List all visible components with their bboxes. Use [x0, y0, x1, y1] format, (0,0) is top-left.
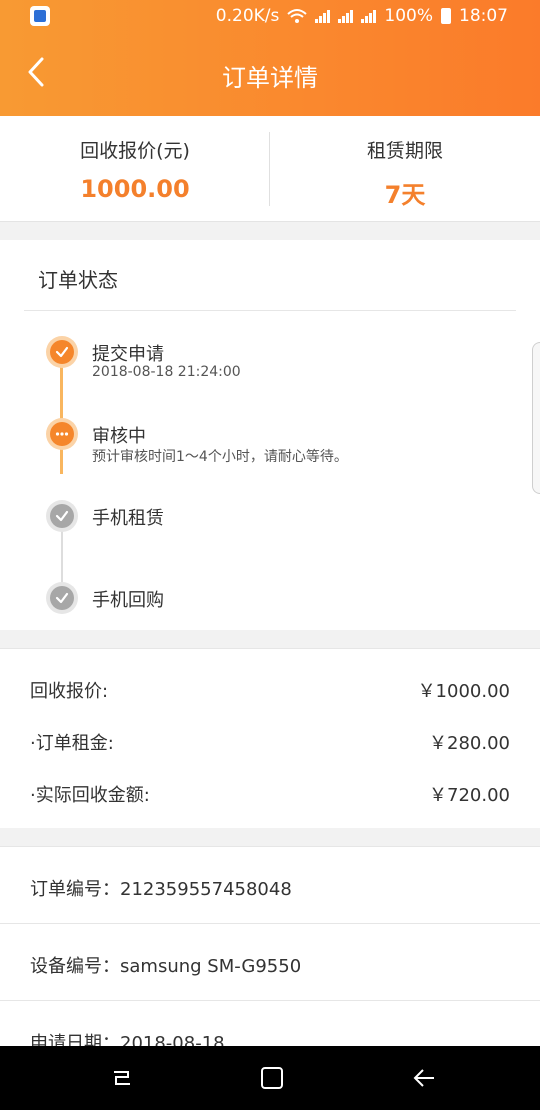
timeline-connector-inactive [61, 528, 63, 582]
order-summary: 回收报价(元) 1000.00 租赁期限 7天 [0, 116, 540, 222]
app-header: 0.20K/s 100% 18:07 订单详情 [0, 0, 540, 116]
battery-level: 100% [384, 6, 433, 26]
order-number: 订单编号：212359557458048 [30, 879, 292, 900]
price-breakdown: 回收报价: ￥1000.00 ·订单租金: ￥280.00 ·实际回收金额: ￥… [0, 648, 540, 828]
step-in-progress-icon [46, 418, 78, 450]
step-pending-icon [46, 582, 78, 614]
step-title: 手机回购 [92, 590, 164, 611]
price-value: ￥720.00 [429, 785, 510, 806]
price-label: ·订单租金: [30, 733, 114, 754]
signal-icon-2 [338, 9, 354, 23]
device-number: 设备编号：samsung SM-G9550 [30, 956, 302, 977]
order-number-row: 订单编号：212359557458048 [0, 847, 540, 924]
page-title: 订单详情 [222, 64, 318, 92]
system-nav-bar [0, 1046, 540, 1110]
battery-icon [441, 8, 451, 24]
order-status-heading: 订单状态 [38, 268, 118, 292]
lease-term-label: 租赁期限 [366, 140, 443, 162]
price-value: ￥1000.00 [417, 681, 510, 702]
step-title: 提交申请 [92, 344, 164, 365]
recycle-price-label: 回收报价(元) [80, 140, 190, 162]
price-row: ·订单租金: ￥280.00 [30, 729, 510, 759]
device-number-row: 设备编号：samsung SM-G9550 [0, 924, 540, 1001]
divider [24, 310, 516, 311]
price-value: ￥280.00 [429, 733, 510, 754]
home-icon[interactable] [258, 1064, 286, 1092]
edge-panel-handle[interactable] [532, 342, 540, 494]
signal-icon-3 [361, 9, 377, 23]
status-bar: 0.20K/s 100% 18:07 [0, 0, 540, 34]
price-label: 回收报价: [30, 681, 109, 702]
wifi-icon [287, 9, 308, 23]
recycle-price-block: 回收报价(元) 1000.00 [0, 116, 270, 222]
price-row: ·实际回收金额: ￥720.00 [30, 781, 510, 811]
network-speed: 0.20K/s [215, 6, 280, 26]
step-complete-icon [46, 336, 78, 368]
timeline-connector-active [60, 446, 63, 474]
app-notification-icon [30, 6, 50, 26]
step-title: 审核中 [92, 426, 146, 447]
recycle-price-value: 1000.00 [80, 175, 190, 203]
signal-icon [315, 9, 331, 23]
back-icon[interactable] [410, 1064, 438, 1092]
recent-apps-icon[interactable] [108, 1064, 136, 1092]
order-info-list: 订单编号：212359557458048 设备编号：samsung SM-G95… [0, 846, 540, 1056]
clock: 18:07 [459, 6, 508, 26]
price-row: 回收报价: ￥1000.00 [30, 677, 510, 707]
order-status-card: 订单状态 提交申请 2018-08-18 21:24:00 审核中 预计审核时间… [0, 240, 540, 630]
step-time: 2018-08-18 21:24:00 [92, 364, 241, 380]
lease-term-block: 租赁期限 7天 [270, 116, 540, 222]
step-note: 预计审核时间1～4个小时，请耐心等待。 [92, 449, 348, 465]
step-title: 手机租赁 [92, 508, 164, 529]
lease-term-value: 7天 [384, 181, 426, 209]
status-indicators: 0.20K/s 100% 18:07 [216, 6, 508, 26]
step-pending-icon [46, 500, 78, 532]
price-label: ·实际回收金额: [30, 785, 150, 806]
